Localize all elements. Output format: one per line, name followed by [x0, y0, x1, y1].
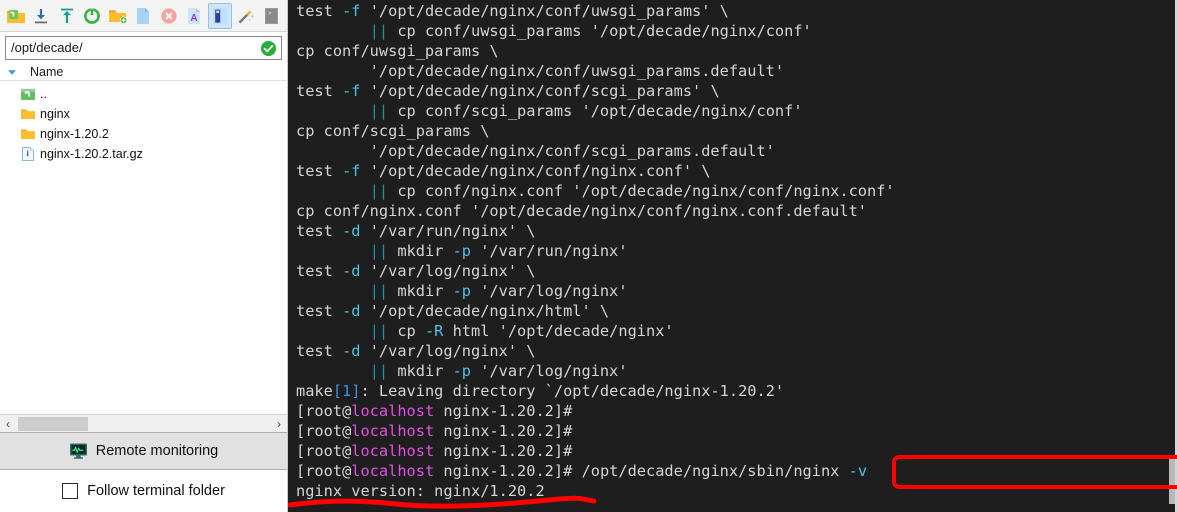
list-item-label: nginx-1.20.2.tar.gz — [40, 147, 143, 161]
edit-icon[interactable] — [208, 2, 232, 29]
upload-icon[interactable] — [55, 3, 79, 29]
sftp-browser-panel: A > /opt/decade/ Name .. nginx nginx-1.2… — [0, 0, 288, 512]
remote-monitoring-button[interactable]: Remote monitoring — [0, 432, 287, 470]
sort-descending-caret-icon — [8, 69, 16, 75]
list-item[interactable]: .. — [0, 84, 287, 104]
sftp-toolbar: A > — [0, 0, 287, 32]
list-item[interactable]: nginx-1.20.2 — [0, 124, 287, 144]
terminal-icon[interactable]: > — [260, 3, 284, 29]
list-item[interactable]: nginx — [0, 104, 287, 124]
scroll-right-arrow-icon[interactable]: › — [271, 415, 287, 433]
follow-terminal-folder-row[interactable]: Follow terminal folder — [0, 470, 287, 512]
list-item-label: nginx — [40, 107, 70, 121]
column-header-name: Name — [30, 64, 64, 79]
path-input[interactable]: /opt/decade/ — [11, 41, 260, 55]
parent-folder-icon — [21, 89, 35, 100]
scroll-left-arrow-icon[interactable]: ‹ — [0, 415, 16, 433]
follow-terminal-folder-checkbox[interactable] — [62, 483, 79, 499]
check-circle-icon — [260, 40, 277, 56]
path-input-wrapper[interactable]: /opt/decade/ — [5, 36, 282, 60]
terminal-text: test -f '/opt/decade/nginx/conf/uwsgi_pa… — [296, 2, 895, 500]
open-parent-folder-icon[interactable] — [4, 3, 28, 29]
new-folder-icon[interactable] — [106, 3, 130, 29]
delete-icon[interactable] — [157, 3, 181, 29]
file-list[interactable]: .. nginx nginx-1.20.2 nginx-1.20.2.tar.g… — [0, 81, 287, 414]
svg-text:A: A — [191, 13, 198, 24]
terminal-output-area[interactable]: test -f '/opt/decade/nginx/conf/uwsgi_pa… — [288, 0, 1169, 512]
list-item-label: .. — [40, 87, 47, 101]
archive-file-icon — [22, 147, 34, 161]
download-icon[interactable] — [30, 3, 54, 29]
file-list-horizontal-scrollbar[interactable]: ‹ › — [0, 414, 287, 432]
scrollbar-thumb[interactable] — [18, 417, 88, 431]
app-window: A > /opt/decade/ Name .. nginx nginx-1.2… — [0, 0, 1177, 512]
terminal-panel[interactable]: test -f '/opt/decade/nginx/conf/uwsgi_pa… — [288, 0, 1177, 512]
new-file-icon[interactable] — [132, 3, 156, 29]
list-item-label: nginx-1.20.2 — [40, 127, 109, 141]
monitor-waveform-icon — [69, 443, 87, 459]
folder-icon — [21, 109, 35, 119]
rename-icon[interactable]: A — [183, 3, 207, 29]
folder-icon — [21, 129, 35, 139]
file-list-header[interactable]: Name — [0, 63, 287, 81]
svg-text:>: > — [268, 10, 272, 17]
list-item[interactable]: nginx-1.20.2.tar.gz — [0, 144, 287, 164]
follow-terminal-folder-label: Follow terminal folder — [87, 483, 225, 499]
magic-wand-icon[interactable] — [234, 3, 258, 29]
refresh-icon[interactable] — [81, 3, 105, 29]
remote-monitoring-label: Remote monitoring — [95, 443, 219, 459]
